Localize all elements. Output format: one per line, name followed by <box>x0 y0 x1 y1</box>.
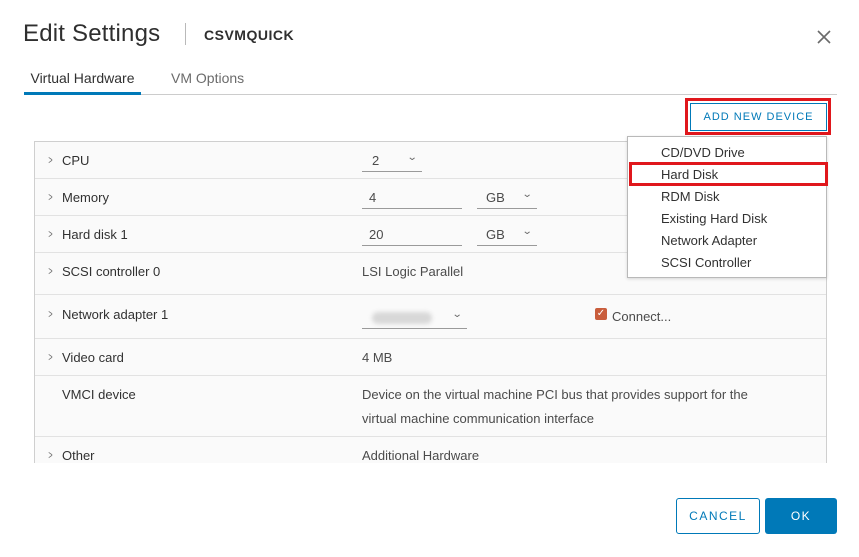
memory-label: Memory <box>62 190 109 205</box>
hw-row-vmci-device: VMCI device Device on the virtual machin… <box>35 376 826 437</box>
close-icon[interactable] <box>814 27 834 47</box>
network-label: Network adapter 1 <box>62 307 169 322</box>
ok-button[interactable]: OK <box>765 498 837 534</box>
memory-unit-select[interactable]: GB ⌄ <box>477 187 537 209</box>
chevron-down-icon: ⌄ <box>521 189 533 200</box>
cpu-value: 2 <box>372 153 380 168</box>
menu-item-hard-disk[interactable]: Hard Disk <box>661 167 718 182</box>
hard-disk-label: Hard disk 1 <box>62 227 128 242</box>
add-new-device-button[interactable]: ADD NEW DEVICE <box>690 103 827 131</box>
hard-disk-unit-select[interactable]: GB ⌄ <box>477 224 537 246</box>
menu-item-existing-hard-disk[interactable]: Existing Hard Disk <box>661 211 767 226</box>
vmci-description-line2: virtual machine communication interface <box>362 411 594 426</box>
chevron-down-icon: ⌄ <box>451 309 463 320</box>
hard-disk-size-input[interactable]: 20 <box>362 224 462 246</box>
dialog-title: Edit Settings <box>23 20 161 47</box>
memory-value: 4 <box>369 190 377 205</box>
menu-item-scsi-controller[interactable]: SCSI Controller <box>661 255 751 270</box>
hard-disk-unit: GB <box>486 227 505 242</box>
memory-input[interactable]: 4 <box>362 187 462 209</box>
chevron-down-icon: ⌄ <box>406 152 418 163</box>
vm-name: CSVMQUICK <box>204 27 295 43</box>
menu-item-cd-dvd-drive[interactable]: CD/DVD Drive <box>661 145 745 160</box>
hw-row-video-card: > Video card 4 MB <box>35 339 826 376</box>
cpu-label: CPU <box>62 153 90 168</box>
network-name-blurred <box>372 312 432 324</box>
scsi-value: LSI Logic Parallel <box>362 264 464 279</box>
connect-checkbox[interactable]: ✓ <box>595 308 607 320</box>
chevron-right-icon[interactable]: > <box>48 448 52 462</box>
chevron-right-icon[interactable]: > <box>48 264 52 278</box>
cancel-button[interactable]: CANCEL <box>676 498 760 534</box>
connect-label: Connect... <box>612 309 672 324</box>
other-label: Other <box>62 448 95 463</box>
title-separator <box>185 23 186 45</box>
chevron-right-icon[interactable]: > <box>48 190 52 204</box>
hard-disk-value: 20 <box>369 227 384 242</box>
chevron-right-icon[interactable]: > <box>48 307 52 321</box>
vmci-label: VMCI device <box>62 387 136 402</box>
chevron-right-icon[interactable]: > <box>48 153 52 167</box>
hw-row-network-adapter: > Network adapter 1 ⌄ ✓ Connect... <box>35 295 826 339</box>
other-value: Additional Hardware <box>362 448 480 463</box>
vmci-description-line1: Device on the virtual machine PCI bus th… <box>362 387 748 402</box>
menu-item-network-adapter[interactable]: Network Adapter <box>661 233 757 248</box>
menu-item-rdm-disk[interactable]: RDM Disk <box>661 189 720 204</box>
add-device-menu: CD/DVD Drive Hard Disk RDM Disk Existing… <box>627 136 827 278</box>
hw-row-other: > Other Additional Hardware <box>35 437 826 463</box>
tab-vm-options[interactable]: VM Options <box>171 70 244 95</box>
cpu-select[interactable]: 2 ⌄ <box>362 150 422 172</box>
tab-virtual-hardware[interactable]: Virtual Hardware <box>24 70 141 95</box>
chevron-right-icon[interactable]: > <box>48 350 52 364</box>
tab-bar: Virtual Hardware VM Options <box>24 60 837 95</box>
scsi-label: SCSI controller 0 <box>62 264 161 279</box>
video-label: Video card <box>62 350 124 365</box>
video-value: 4 MB <box>362 350 393 365</box>
chevron-down-icon: ⌄ <box>521 226 533 237</box>
network-select[interactable]: ⌄ <box>362 307 467 329</box>
chevron-right-icon[interactable]: > <box>48 227 52 241</box>
memory-unit: GB <box>486 190 505 205</box>
